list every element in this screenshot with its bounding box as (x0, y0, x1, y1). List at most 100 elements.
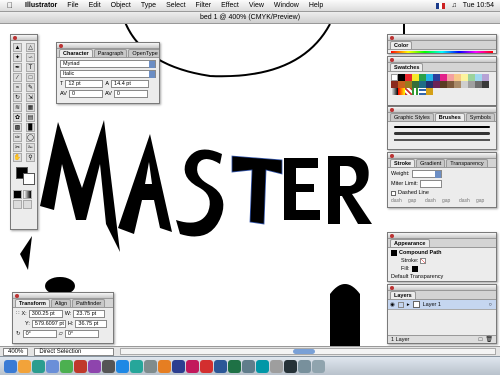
mesh-tool-icon[interactable]: ▩ (13, 123, 22, 132)
menu-type[interactable]: Type (136, 2, 161, 9)
close-icon[interactable] (390, 286, 394, 290)
close-icon[interactable] (390, 154, 394, 158)
font-size-field[interactable]: 12 pt (65, 80, 104, 88)
quicktime-icon[interactable] (242, 359, 255, 373)
graph-tool-icon[interactable]: ▤ (26, 113, 35, 122)
menu-clock[interactable]: Tue 10:54 (463, 2, 494, 9)
toolbox-title-bar[interactable] (11, 35, 37, 41)
close-icon[interactable] (15, 294, 19, 298)
direct-selection-tool-icon[interactable]: △ (26, 43, 35, 52)
swatch-black[interactable] (398, 74, 405, 81)
magic-wand-tool-icon[interactable]: ✦ (13, 53, 22, 62)
color-mode-icon[interactable] (13, 190, 22, 199)
selection-tool-icon[interactable]: ▲ (13, 43, 22, 52)
dashed-line-checkbox[interactable] (391, 190, 396, 196)
character-title-bar[interactable] (57, 43, 159, 49)
menu-window[interactable]: Window (269, 2, 304, 9)
swatch-cyan[interactable] (426, 74, 433, 81)
swatch-teal[interactable] (419, 81, 426, 88)
eye-icon[interactable]: ◉ (390, 302, 395, 308)
menu-select[interactable]: Select (161, 2, 190, 9)
swatch-olive[interactable] (405, 81, 412, 88)
tab-align[interactable]: Align (50, 299, 72, 307)
tab-transform[interactable]: Transform (15, 299, 50, 307)
swatch-navy[interactable] (426, 81, 433, 88)
input-language-flag-icon[interactable] (436, 2, 446, 9)
warp-tool-icon[interactable]: ≋ (13, 103, 22, 112)
swatch-khaki[interactable] (454, 81, 461, 88)
swatch-dark-gray[interactable] (475, 81, 482, 88)
swatch-light-gray[interactable] (461, 81, 468, 88)
horizontal-scrollbar[interactable] (120, 348, 496, 355)
pref-icon[interactable] (144, 359, 157, 373)
idvd-icon[interactable] (116, 359, 129, 373)
finder-icon[interactable] (4, 359, 17, 373)
swatch-gradient-warm[interactable] (398, 88, 405, 95)
fill-row-label[interactable]: Fill: (401, 266, 410, 272)
x-field[interactable]: 300.25 pt (28, 310, 63, 318)
swatch-pattern-1[interactable] (405, 88, 412, 95)
scale-tool-icon[interactable]: ⇲ (26, 93, 35, 102)
hand-tool-icon[interactable]: ✋ (13, 153, 22, 162)
acrobat-icon[interactable] (200, 359, 213, 373)
pencil-tool-icon[interactable]: ✎ (26, 83, 35, 92)
tab-brushes[interactable]: Brushes (434, 113, 465, 121)
swatch-blue[interactable] (433, 74, 440, 81)
paintbrush-tool-icon[interactable]: ≈ (13, 83, 22, 92)
eyedropper-tool-icon[interactable]: ✑ (13, 133, 22, 142)
rectangle-tool-icon[interactable]: □ (26, 73, 35, 82)
scissors-tool-icon[interactable]: ✁ (26, 143, 35, 152)
w-field[interactable]: 23.75 pt (73, 310, 106, 318)
itunes-icon[interactable] (74, 359, 87, 373)
kerning-field[interactable]: 0 (68, 90, 103, 98)
close-icon[interactable] (13, 36, 17, 40)
rotate-tool-icon[interactable]: ↻ (13, 93, 22, 102)
layers-title-bar[interactable] (388, 285, 496, 291)
status-tool-select[interactable]: Direct Selection (34, 347, 115, 356)
swatch-yellow[interactable] (412, 74, 419, 81)
swatch-peach[interactable] (454, 74, 461, 81)
swatch-gray[interactable] (468, 81, 475, 88)
tab-opentype[interactable]: OpenType (128, 49, 159, 57)
swatch-red[interactable] (405, 74, 412, 81)
tab-stroke[interactable]: Stroke (390, 159, 416, 167)
tab-appearance[interactable]: Appearance (390, 239, 430, 247)
swatch-lavender[interactable] (482, 74, 489, 81)
swatch-light-yellow[interactable] (461, 74, 468, 81)
expand-arrow-icon[interactable]: ▸ (407, 302, 410, 308)
font-family-select[interactable]: Myriad (60, 60, 156, 68)
h-field[interactable]: 36.75 pt (75, 320, 108, 328)
brushes-title-bar[interactable] (388, 107, 496, 113)
photoshop-icon[interactable] (172, 359, 185, 373)
menu-view[interactable]: View (244, 2, 269, 9)
font-style-select[interactable]: Italic (60, 70, 156, 78)
imovie-icon[interactable] (102, 359, 115, 373)
tab-paragraph[interactable]: Paragraph (93, 49, 128, 57)
default-transparency-label[interactable]: Default Transparency (391, 274, 443, 280)
swatch-grid[interactable] (388, 72, 496, 97)
line-tool-icon[interactable]: ∕ (13, 73, 22, 82)
color-title-bar[interactable] (388, 35, 496, 41)
tab-graphic-styles[interactable]: Graphic Styles (390, 113, 434, 121)
apple-menu-icon[interactable]:  (0, 1, 20, 10)
swatch-orange[interactable] (398, 81, 405, 88)
indesign-icon[interactable] (186, 359, 199, 373)
excel-icon[interactable] (228, 359, 241, 373)
gradient-mode-icon[interactable] (23, 190, 32, 199)
tab-character[interactable]: Character (59, 49, 93, 57)
shear-field[interactable]: 0° (64, 330, 99, 338)
trash-icon[interactable]: 🗑 (485, 336, 493, 343)
lock-toggle-icon[interactable] (397, 301, 404, 308)
zoom-tool-icon[interactable]: ⚲ (26, 153, 35, 162)
menu-app-name[interactable]: Illustrator (20, 2, 62, 9)
swatch-none[interactable] (391, 74, 398, 81)
new-layer-icon[interactable]: □ (479, 337, 483, 343)
menu-object[interactable]: Object (106, 2, 136, 9)
leading-field[interactable]: 14.4 pt (111, 80, 150, 88)
trash-icon[interactable] (312, 359, 325, 373)
swatch-dark-green[interactable] (412, 81, 419, 88)
safari-icon[interactable] (130, 359, 143, 373)
close-icon[interactable] (390, 234, 394, 238)
swatch-charcoal[interactable] (482, 81, 489, 88)
transform-title-bar[interactable] (13, 293, 113, 299)
